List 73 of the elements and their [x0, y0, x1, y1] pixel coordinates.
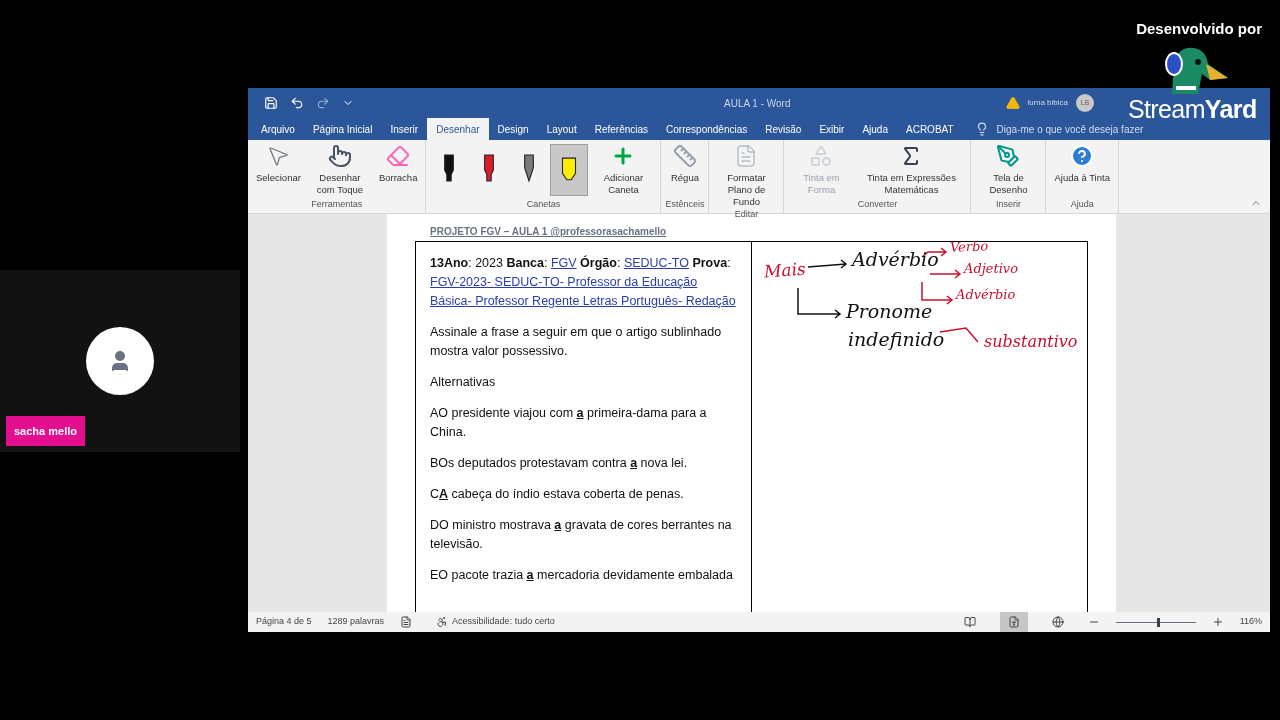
- ribbon-button[interactable]: Tela de Desenho: [975, 144, 1042, 196]
- help-icon: [1070, 144, 1095, 168]
- handwritten-word: Adjetivo: [964, 262, 1018, 275]
- group-label: Ferramentas: [311, 197, 363, 211]
- page-count[interactable]: Página 4 de 5: [256, 615, 312, 629]
- handwritten-word: indefinido: [848, 330, 945, 349]
- handwritten-word: substantivo: [984, 334, 1078, 350]
- question-text: 13Ano: 2023 Banca: FGV Órgão: SEDUC-TO Prova: FGV-2023- SEDUC-TO- Professor da Educação Básica- Professor Regente Letras Português- Redação: [430, 254, 737, 310]
- alternative-text: AO presidente viajou com a primeira-dama para a China.: [430, 405, 708, 441]
- ribbon-tab[interactable]: Desenhar: [427, 118, 489, 140]
- participant-name: sacha mello: [6, 416, 85, 446]
- ruler-icon: [672, 144, 697, 168]
- warning-icon[interactable]: [1005, 96, 1020, 110]
- group-label: Ajuda: [1070, 197, 1094, 211]
- word-count[interactable]: 1289 palavras: [327, 615, 385, 629]
- zoom-slider[interactable]: [1115, 617, 1196, 627]
- group-label: Inserir: [995, 197, 1021, 211]
- user-name[interactable]: luma bibica: [1027, 97, 1068, 109]
- ribbon-button[interactable]: Desenhar com Toque: [306, 144, 373, 196]
- prompt-text: Assinale a frase a seguir em que o artigo sublinhado mostra valor possessivo.: [430, 324, 723, 360]
- alternative-text: CA cabeça do índio estava coberta de penas.: [430, 486, 685, 503]
- zoom-percent[interactable]: 116%: [1239, 615, 1262, 629]
- alternative-text: EO pacote trazia a mercadoria devidamente embalada: [430, 567, 734, 584]
- highlighter-button[interactable]: [550, 144, 589, 196]
- group-label: Converter: [857, 197, 898, 211]
- group-label: Editar: [734, 208, 759, 221]
- handwritten-word: Mais: [763, 260, 807, 281]
- view-icon: [963, 616, 976, 628]
- handwritten-word: Advérbio: [956, 288, 1016, 301]
- pointer-icon: [266, 144, 291, 168]
- ribbon-tab[interactable]: Layout: [537, 118, 586, 140]
- ribbon-tab[interactable]: Página Inicial: [303, 118, 382, 140]
- shape-icon: [809, 144, 834, 168]
- ribbon-button[interactable]: Régua: [666, 144, 703, 184]
- ribbon-tab[interactable]: Arquivo: [252, 118, 304, 140]
- ribbon-tab[interactable]: Inserir: [381, 118, 428, 140]
- ribbon-button[interactable]: Borracha: [374, 144, 422, 184]
- ribbon-button[interactable]: Tinta em Expressões Matemáticas: [856, 144, 967, 196]
- alternative-text: DO ministro mostrava a gravata de cores berrantes na televisão.: [430, 517, 733, 553]
- proofing-icon[interactable]: [400, 616, 413, 628]
- view-icon: [1051, 616, 1064, 628]
- accessibility-status[interactable]: Acessibilidade: tudo certo: [452, 615, 555, 629]
- eraser-icon: [386, 144, 411, 168]
- view-button[interactable]: [999, 612, 1028, 632]
- group-label: Estênceis: [665, 197, 705, 211]
- ribbon-button[interactable]: Ajuda à Tinta: [1050, 144, 1114, 184]
- handwritten-word: Advérbio: [852, 250, 939, 269]
- view-icon: [1007, 616, 1020, 628]
- ribbon-tab[interactable]: ACROBAT: [897, 118, 963, 140]
- alternative-text: BOs deputados protestavam contra a nova lei.: [430, 455, 689, 472]
- page-header: PROJETO FGV – AULA 1 @professorasachamello: [429, 225, 668, 239]
- hand-icon: [327, 144, 352, 168]
- accessibility-icon[interactable]: [436, 616, 449, 628]
- alternatives-label: Alternativas: [430, 374, 497, 391]
- ribbon-tab[interactable]: Design: [488, 118, 538, 140]
- ribbon-tab[interactable]: Correspondências: [657, 118, 757, 140]
- save-icon[interactable]: [264, 96, 278, 110]
- ribbon-tab[interactable]: Exibir: [810, 118, 854, 140]
- undo-icon[interactable]: [290, 96, 304, 110]
- ribbon-tab[interactable]: Referências: [585, 118, 658, 140]
- zoom-thumb[interactable]: [1157, 617, 1161, 627]
- ribbon-button[interactable]: Selecionar: [252, 144, 305, 184]
- credit-text: Desenvolvido por: [1136, 19, 1262, 39]
- handwritten-word: Pronome: [846, 302, 933, 321]
- window-title: AULA 1 - Word: [724, 96, 791, 111]
- ribbon-button[interactable]: Formatar Plano de Fundo: [713, 144, 780, 208]
- ribbon-button[interactable]: Adicionar Caneta: [590, 144, 657, 196]
- canvas-icon: [996, 144, 1021, 168]
- ribbon-tab[interactable]: Ajuda: [853, 118, 897, 140]
- handwritten-word: Verbo: [949, 239, 989, 254]
- group-label: Canetas: [526, 197, 561, 211]
- ribbon-tab[interactable]: Revisão: [756, 118, 811, 140]
- zoom-in-icon[interactable]: [1211, 616, 1224, 628]
